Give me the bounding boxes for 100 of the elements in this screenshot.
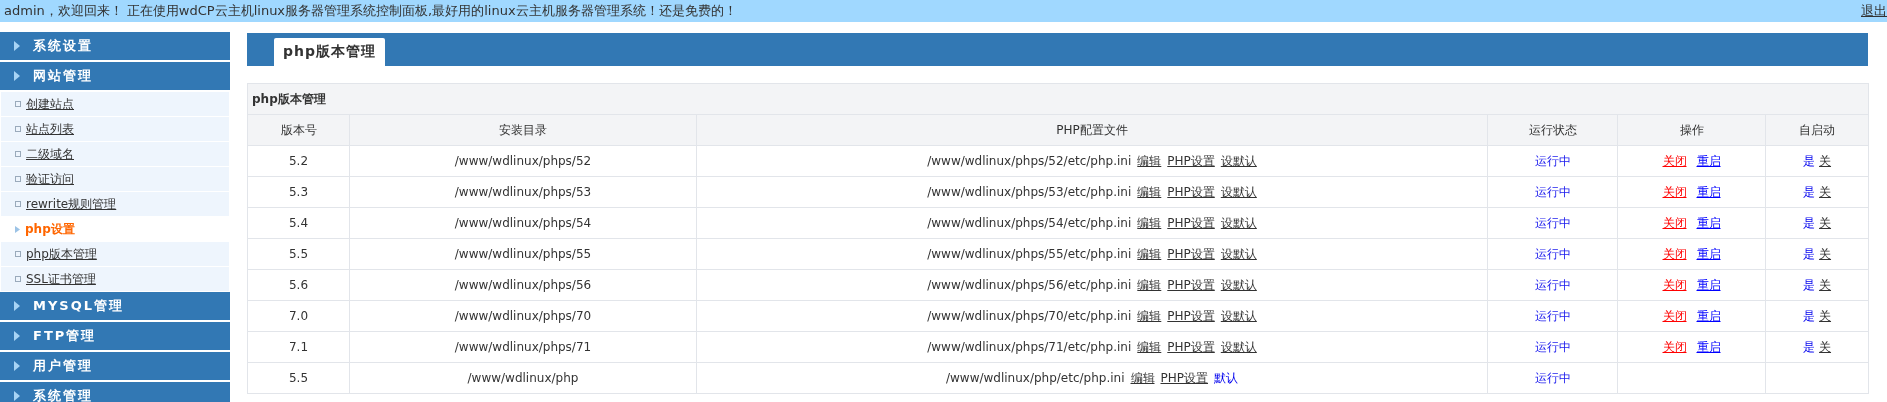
- autostart-link[interactable]: 关: [1819, 277, 1832, 292]
- version-cell: 5.4: [247, 207, 350, 239]
- operation-link[interactable]: 重启: [1696, 153, 1721, 168]
- run-status: 运行中: [1534, 277, 1571, 292]
- config-file-path: /www/wdlinux/phps/55/etc/php.ini: [927, 246, 1132, 261]
- operation-link[interactable]: 关闭: [1662, 277, 1687, 292]
- sidebar-item[interactable]: SSL证书管理: [0, 267, 230, 292]
- column-header: PHP配置文件: [696, 114, 1488, 146]
- autostart-state: 是: [1803, 339, 1816, 354]
- version-cell: 5.2: [247, 145, 350, 177]
- autostart-link[interactable]: 关: [1819, 308, 1832, 323]
- autostart-link[interactable]: 关: [1819, 215, 1832, 230]
- action-link[interactable]: PHP设置: [1167, 184, 1215, 199]
- install-dir-cell: /www/wdlinux/phps/52: [349, 145, 697, 177]
- action-link[interactable]: PHP设置: [1160, 370, 1208, 385]
- action-link[interactable]: 设默认: [1220, 339, 1257, 354]
- autostart-link[interactable]: 关: [1819, 184, 1832, 199]
- operation-link[interactable]: 重启: [1696, 215, 1721, 230]
- autostart-link[interactable]: 关: [1819, 339, 1832, 354]
- action-link[interactable]: 设默认: [1220, 308, 1257, 323]
- sidebar-item[interactable]: php版本管理: [0, 242, 230, 267]
- sidebar-group-header[interactable]: 系统管理: [0, 382, 230, 402]
- config-file-path: /www/wdlinux/phps/54/etc/php.ini: [927, 215, 1132, 230]
- action-link[interactable]: 编辑: [1137, 308, 1162, 323]
- operation-link[interactable]: 重启: [1696, 246, 1721, 261]
- operation-link[interactable]: 重启: [1696, 277, 1721, 292]
- triangle-icon: [14, 71, 20, 81]
- install-dir-cell: /www/wdlinux/phps/55: [349, 238, 697, 270]
- tab[interactable]: php版本管理: [274, 38, 385, 66]
- autostart-link[interactable]: 关: [1819, 246, 1832, 261]
- operation-link[interactable]: 重启: [1696, 339, 1721, 354]
- autostart-state: 是: [1803, 246, 1816, 261]
- triangle-icon: [14, 391, 20, 401]
- operation-link[interactable]: 关闭: [1662, 184, 1687, 199]
- column-header: 版本号: [247, 114, 350, 146]
- sidebar-item[interactable]: 验证访问: [0, 167, 230, 192]
- run-status: 运行中: [1534, 184, 1571, 199]
- action-link[interactable]: 编辑: [1137, 246, 1162, 261]
- action-link[interactable]: 编辑: [1137, 277, 1162, 292]
- operation-link[interactable]: 关闭: [1662, 308, 1687, 323]
- triangle-icon: [14, 361, 20, 371]
- autostart-state: 是: [1803, 308, 1816, 323]
- install-dir-cell: /www/wdlinux/php: [349, 362, 697, 394]
- action-link[interactable]: PHP设置: [1167, 246, 1215, 261]
- sidebar-group-header[interactable]: 用户管理: [0, 352, 230, 380]
- run-status: 运行中: [1534, 370, 1571, 385]
- autostart-state: 是: [1803, 153, 1816, 168]
- config-file-path: /www/wdlinux/phps/56/etc/php.ini: [927, 277, 1132, 292]
- sidebar-group-header[interactable]: MYSQL管理: [0, 292, 230, 320]
- column-header: 自启动: [1765, 114, 1869, 146]
- action-link[interactable]: 编辑: [1130, 370, 1155, 385]
- install-dir-cell: /www/wdlinux/phps/70: [349, 300, 697, 332]
- triangle-icon: [14, 301, 20, 311]
- action-link[interactable]: 设默认: [1220, 184, 1257, 199]
- run-status: 运行中: [1534, 339, 1571, 354]
- install-dir-cell: /www/wdlinux/phps/56: [349, 269, 697, 301]
- column-header: 操作: [1617, 114, 1766, 146]
- action-link[interactable]: PHP设置: [1167, 339, 1215, 354]
- version-cell: 5.3: [247, 176, 350, 208]
- config-file-path: /www/wdlinux/phps/53/etc/php.ini: [927, 184, 1132, 199]
- action-link[interactable]: 编辑: [1137, 153, 1162, 168]
- action-link[interactable]: 编辑: [1137, 184, 1162, 199]
- sidebar-group-header[interactable]: 系统设置: [0, 32, 230, 60]
- default-label: 默认: [1214, 370, 1238, 385]
- config-file-path: /www/wdlinux/phps/71/etc/php.ini: [927, 339, 1132, 354]
- triangle-icon: [15, 225, 20, 233]
- sidebar-group-header[interactable]: 网站管理: [0, 62, 230, 90]
- action-link[interactable]: 设默认: [1220, 246, 1257, 261]
- sidebar-item[interactable]: rewrite规则管理: [0, 192, 230, 217]
- action-link[interactable]: 设默认: [1220, 153, 1257, 168]
- action-link[interactable]: PHP设置: [1167, 277, 1215, 292]
- column-header: 安装目录: [349, 114, 697, 146]
- operation-link[interactable]: 关闭: [1662, 215, 1687, 230]
- autostart-link[interactable]: 关: [1819, 153, 1832, 168]
- operation-link[interactable]: 重启: [1696, 308, 1721, 323]
- version-cell: 5.6: [247, 269, 350, 301]
- sidebar-item[interactable]: 二级域名: [0, 142, 230, 167]
- operation-link[interactable]: 关闭: [1662, 153, 1687, 168]
- action-link[interactable]: 设默认: [1220, 277, 1257, 292]
- action-link[interactable]: PHP设置: [1167, 215, 1215, 230]
- operation-link[interactable]: 关闭: [1662, 246, 1687, 261]
- sidebar-group-header[interactable]: FTP管理: [0, 322, 230, 350]
- action-link[interactable]: PHP设置: [1167, 308, 1215, 323]
- action-link[interactable]: 编辑: [1137, 215, 1162, 230]
- action-link[interactable]: 设默认: [1220, 215, 1257, 230]
- action-link[interactable]: PHP设置: [1167, 153, 1215, 168]
- version-cell: 7.1: [247, 331, 350, 363]
- autostart-state: 是: [1803, 184, 1816, 199]
- triangle-icon: [14, 331, 20, 341]
- operation-link[interactable]: 关闭: [1662, 339, 1687, 354]
- install-dir-cell: /www/wdlinux/phps/54: [349, 207, 697, 239]
- version-cell: 7.0: [247, 300, 350, 332]
- config-file-path: /www/wdlinux/php/etc/php.ini: [946, 370, 1125, 385]
- operation-link[interactable]: 重启: [1696, 184, 1721, 199]
- logout-link[interactable]: 退出: [1861, 2, 1887, 20]
- install-dir-cell: /www/wdlinux/phps/53: [349, 176, 697, 208]
- welcome-message: admin，欢迎回来！ 正在使用wdCP云主机linux服务器管理系统控制面板,最好用的linux云主机服务器管理系统！还是免费的！: [4, 2, 737, 20]
- autostart-state: 是: [1803, 277, 1816, 292]
- version-cell: 5.5: [247, 362, 350, 394]
- action-link[interactable]: 编辑: [1137, 339, 1162, 354]
